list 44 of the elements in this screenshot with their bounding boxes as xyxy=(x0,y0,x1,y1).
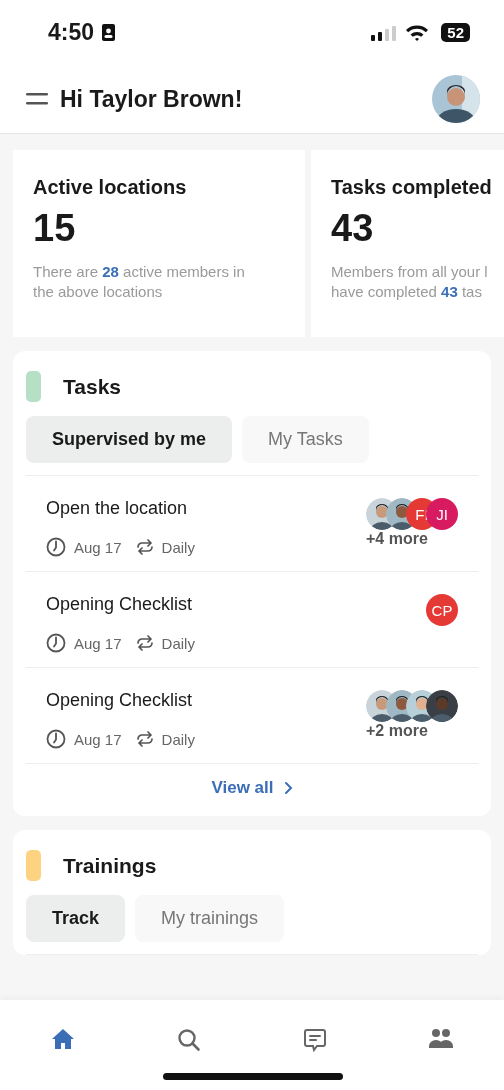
tab[interactable]: My Tasks xyxy=(242,416,369,463)
section-title: Trainings xyxy=(63,853,157,878)
task-date: Aug 17 xyxy=(74,538,122,556)
greeting-title: Hi Taylor Brown! xyxy=(60,85,243,113)
task-title[interactable]: Open the location xyxy=(46,498,195,519)
tab[interactable]: My trainings xyxy=(135,895,285,942)
task-repeat: Daily xyxy=(161,634,195,652)
signal-icon xyxy=(371,24,398,41)
stat-value: 43 xyxy=(331,207,375,250)
initials-avatar: CP xyxy=(426,594,458,626)
more-count: +4 more xyxy=(366,530,428,548)
task-date: Aug 17 xyxy=(74,634,122,652)
task-title[interactable]: Opening Checklist xyxy=(46,690,195,711)
repeat-icon xyxy=(135,635,154,651)
clock-icon xyxy=(46,633,66,653)
stat-description: Members from all your l have completed 43 tas xyxy=(331,262,489,301)
tab[interactable]: Track xyxy=(26,895,126,942)
home-icon xyxy=(51,1028,75,1050)
battery-indicator: 52 xyxy=(441,23,470,42)
task-title[interactable]: Opening Checklist xyxy=(46,594,195,615)
task-repeat: Daily xyxy=(161,730,195,748)
menu-icon[interactable] xyxy=(26,92,48,106)
stat-title: Tasks completed xyxy=(331,176,493,199)
search-icon xyxy=(177,1028,201,1052)
more-count: +2 more xyxy=(366,722,428,740)
initials-avatar: JI xyxy=(426,498,458,530)
task-date: Aug 17 xyxy=(74,730,122,748)
repeat-icon xyxy=(135,539,154,555)
task-repeat: Daily xyxy=(161,538,195,556)
section-title: Tasks xyxy=(63,374,121,399)
stat-description: There are 28 active members in the above locations xyxy=(33,262,246,301)
clock-icon xyxy=(46,729,66,749)
message-icon xyxy=(303,1028,327,1052)
people-icon xyxy=(429,1028,453,1048)
repeat-icon xyxy=(135,731,154,747)
stat-title: Active locations xyxy=(33,176,188,199)
view-all-link[interactable]: View all xyxy=(207,776,297,800)
stat-value: 15 xyxy=(33,207,77,250)
chevron-right-icon xyxy=(283,781,293,795)
status-time: 4:50 xyxy=(48,19,95,46)
clock-icon xyxy=(46,537,66,557)
contact-card-icon xyxy=(102,24,116,41)
tab[interactable]: Supervised by me xyxy=(26,416,233,463)
wifi-icon xyxy=(405,24,430,41)
